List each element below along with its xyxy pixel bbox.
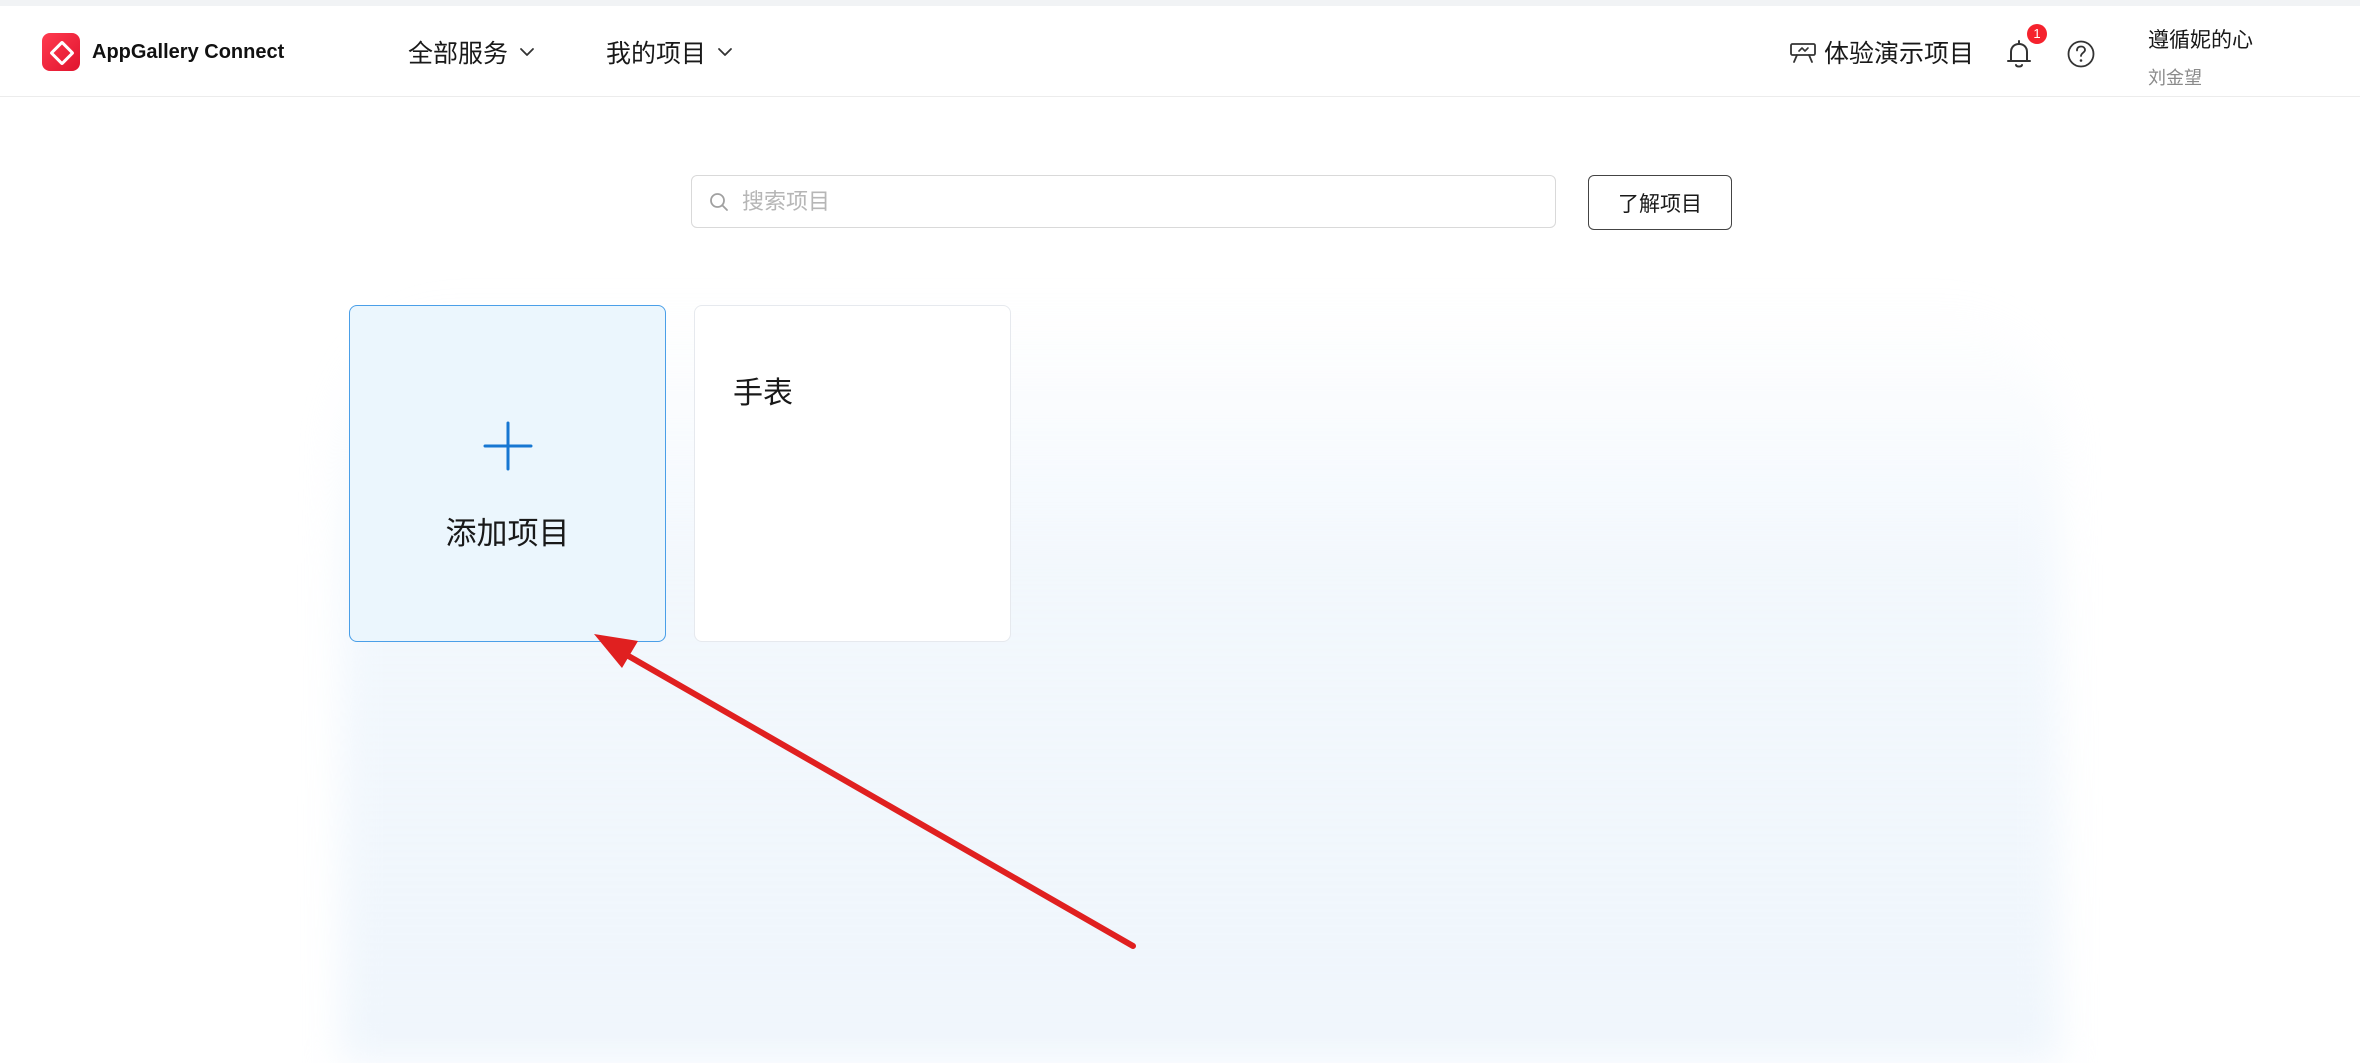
page: AppGallery Connect 全部服务 我的项目 体验演示项目 1 遵循… [0, 0, 2360, 1063]
project-card[interactable]: 手表 [694, 305, 1011, 642]
brand-name: AppGallery Connect [92, 40, 285, 63]
appgallery-logo-icon [42, 33, 80, 71]
user-name[interactable]: 遵循妮的心 [2148, 24, 2253, 54]
add-project-label: 添加项目 [445, 516, 570, 551]
nav-all-services-label: 全部服务 [408, 40, 509, 68]
demo-project-link[interactable]: 体验演示项目 [1788, 36, 1974, 68]
plus-icon [483, 421, 533, 471]
add-project-card[interactable]: 添加项目 [349, 305, 666, 642]
demo-projector-icon [1790, 43, 1816, 63]
top-header: AppGallery Connect 全部服务 我的项目 体验演示项目 1 遵循… [0, 6, 2360, 97]
help-circle-icon[interactable] [2066, 39, 2096, 69]
project-card-name: 手表 [733, 377, 793, 410]
notification-badge: 1 [2027, 24, 2047, 44]
chevron-down-icon [520, 48, 534, 56]
user-subname: 刘金望 [2148, 68, 2202, 88]
search-input[interactable] [740, 187, 1524, 216]
nav-my-projects[interactable]: 我的项目 [606, 36, 734, 68]
bell-icon[interactable] [2004, 38, 2034, 70]
demo-project-label: 体验演示项目 [1824, 40, 1975, 68]
nav-all-services[interactable]: 全部服务 [408, 36, 536, 68]
search-icon [710, 192, 728, 211]
brand[interactable]: AppGallery Connect [42, 32, 284, 72]
search-box [691, 175, 1556, 228]
chevron-down-icon [718, 48, 732, 56]
learn-projects-button[interactable]: 了解项目 [1588, 175, 1732, 230]
nav-my-projects-label: 我的项目 [606, 40, 707, 68]
